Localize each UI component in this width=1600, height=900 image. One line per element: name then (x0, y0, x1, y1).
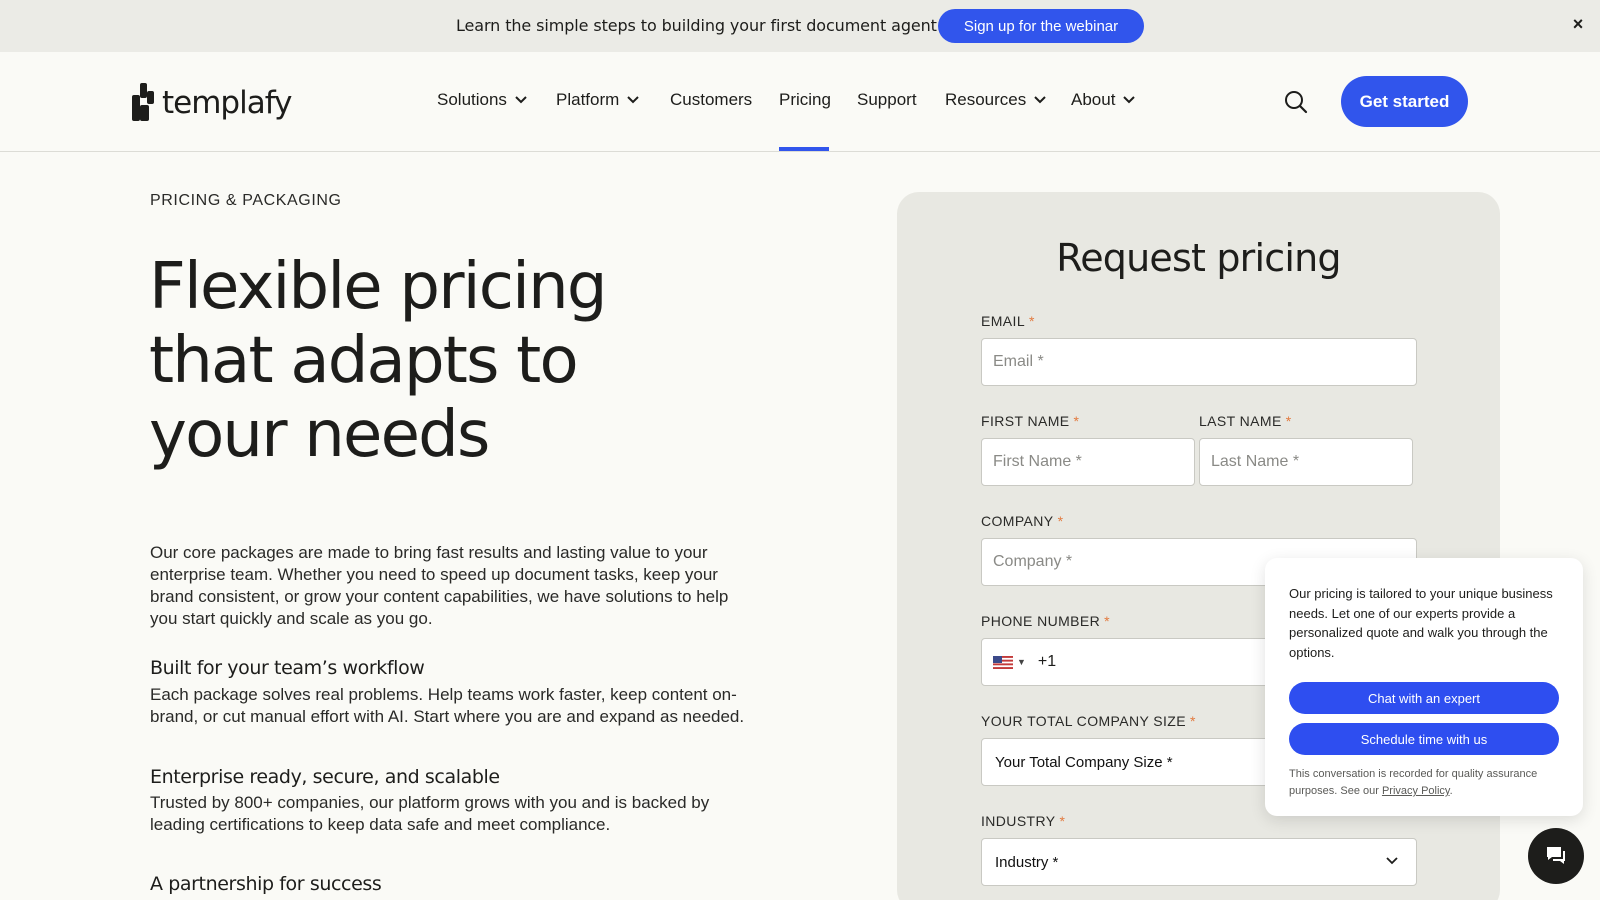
logo-wordmark: templafy (162, 85, 292, 121)
nav-item-pricing[interactable]: Pricing (779, 90, 831, 110)
feature-title: Built for your team’s workflow (150, 657, 425, 679)
company-placeholder: Company * (993, 553, 1073, 570)
label-text: YOUR TOTAL COMPANY SIZE (981, 713, 1186, 729)
required-mark: * (1189, 713, 1196, 729)
get-started-button[interactable]: Get started (1341, 76, 1468, 127)
chat-message: Our pricing is tailored to your unique b… (1289, 586, 1553, 660)
first-name-label: FIRST NAME * (981, 413, 1079, 429)
feature-title: Enterprise ready, secure, and scalable (150, 766, 500, 788)
label-text: PHONE NUMBER (981, 613, 1101, 629)
email-placeholder: Email * (993, 353, 1044, 370)
templafy-logo-mark-icon (132, 83, 154, 121)
chat-bubble-icon (1547, 847, 1565, 864)
required-mark: * (1057, 513, 1064, 529)
nav-label: Solutions (437, 90, 507, 109)
email-field[interactable]: Email * (981, 338, 1417, 386)
nav-label: Platform (556, 90, 620, 109)
required-mark: * (1285, 413, 1292, 429)
page-title-line: Flexible pricing (149, 250, 608, 324)
first-name-field[interactable]: First Name * (981, 438, 1195, 486)
nav-item-support[interactable]: Support (857, 90, 917, 110)
chat-popover: Our pricing is tailored to your unique b… (1265, 558, 1583, 816)
disclaimer-suffix: . (1449, 785, 1453, 797)
webinar-signup-button[interactable]: Sign up for the webinar (938, 9, 1144, 43)
feature-title: A partnership for success (150, 873, 382, 895)
feature-body: Trusted by 800+ companies, our platform … (150, 793, 710, 834)
required-mark: * (1073, 413, 1080, 429)
close-icon[interactable]: × (1568, 14, 1588, 34)
chevron-down-icon (515, 96, 527, 104)
phone-label: PHONE NUMBER * (981, 613, 1110, 629)
chevron-down-icon (1123, 96, 1136, 104)
announcement-text: Learn the simple steps to building your … (456, 16, 937, 35)
company-label: COMPANY * (981, 513, 1063, 529)
company-size-value: Your Total Company Size * (995, 753, 1173, 771)
chevron-down-icon (627, 96, 640, 104)
last-name-placeholder: Last Name * (1211, 453, 1300, 470)
nav-item-about[interactable]: About (1071, 90, 1136, 110)
industry-value: Industry * (995, 853, 1059, 871)
nav-label: Customers (670, 90, 753, 109)
nav-label: Support (857, 90, 917, 109)
nav-label: Pricing (779, 90, 831, 109)
label-text: EMAIL (981, 313, 1026, 329)
last-name-field[interactable]: Last Name * (1199, 438, 1413, 486)
nav-item-resources[interactable]: Resources (945, 90, 1046, 110)
nav-item-solutions[interactable]: Solutions (437, 90, 527, 110)
chat-with-expert-button[interactable]: Chat with an expert (1289, 682, 1559, 714)
last-name-label: LAST NAME * (1199, 413, 1292, 429)
nav-item-platform[interactable]: Platform (556, 90, 640, 110)
announcement-bar: Learn the simple steps to building your … (0, 0, 1600, 52)
schedule-time-button[interactable]: Schedule time with us (1289, 723, 1559, 755)
industry-label: INDUSTRY * (981, 813, 1065, 829)
industry-select[interactable]: Industry * (981, 838, 1417, 886)
company-size-label: YOUR TOTAL COMPANY SIZE * (981, 713, 1196, 729)
site-header: templafy Solutions Platform Customers Pr… (0, 52, 1600, 152)
chevron-down-icon (1386, 857, 1398, 865)
email-label: EMAIL * (981, 313, 1035, 329)
nav-item-customers[interactable]: Customers (670, 90, 752, 110)
active-nav-indicator (779, 147, 829, 151)
label-text: FIRST NAME (981, 413, 1070, 429)
form-title: Request pricing (1056, 236, 1341, 280)
recording-disclaimer: This conversation is recorded for qualit… (1289, 766, 1565, 800)
required-mark: * (1029, 313, 1035, 329)
page-title-line: that adapts to (149, 324, 579, 398)
feature-body: Each package solves real problems. Help … (150, 685, 745, 726)
nav-label: About (1071, 90, 1116, 109)
search-icon[interactable] (1284, 90, 1308, 114)
page-title-line: your needs (149, 398, 490, 472)
section-eyebrow: PRICING & PACKAGING (150, 192, 342, 209)
templafy-logo[interactable]: templafy (132, 82, 292, 124)
first-name-placeholder: First Name * (993, 453, 1082, 470)
us-flag-icon[interactable] (993, 655, 1013, 669)
page-title: Flexible pricing that adapts to your nee… (149, 250, 709, 472)
required-mark: * (1104, 613, 1111, 629)
label-text: INDUSTRY (981, 813, 1056, 829)
nav-label: Resources (945, 90, 1027, 109)
label-text: LAST NAME (1199, 413, 1282, 429)
dial-code: +1 (1037, 653, 1057, 670)
country-dropdown-icon[interactable]: ▼ (1017, 657, 1026, 667)
privacy-policy-link[interactable]: Privacy Policy (1382, 785, 1450, 797)
chevron-down-icon (1034, 96, 1046, 104)
required-mark: * (1059, 813, 1066, 829)
chat-launcher-button[interactable] (1528, 828, 1584, 884)
intro-paragraph: Our core packages are made to bring fast… (150, 543, 729, 628)
label-text: COMPANY (981, 513, 1054, 529)
